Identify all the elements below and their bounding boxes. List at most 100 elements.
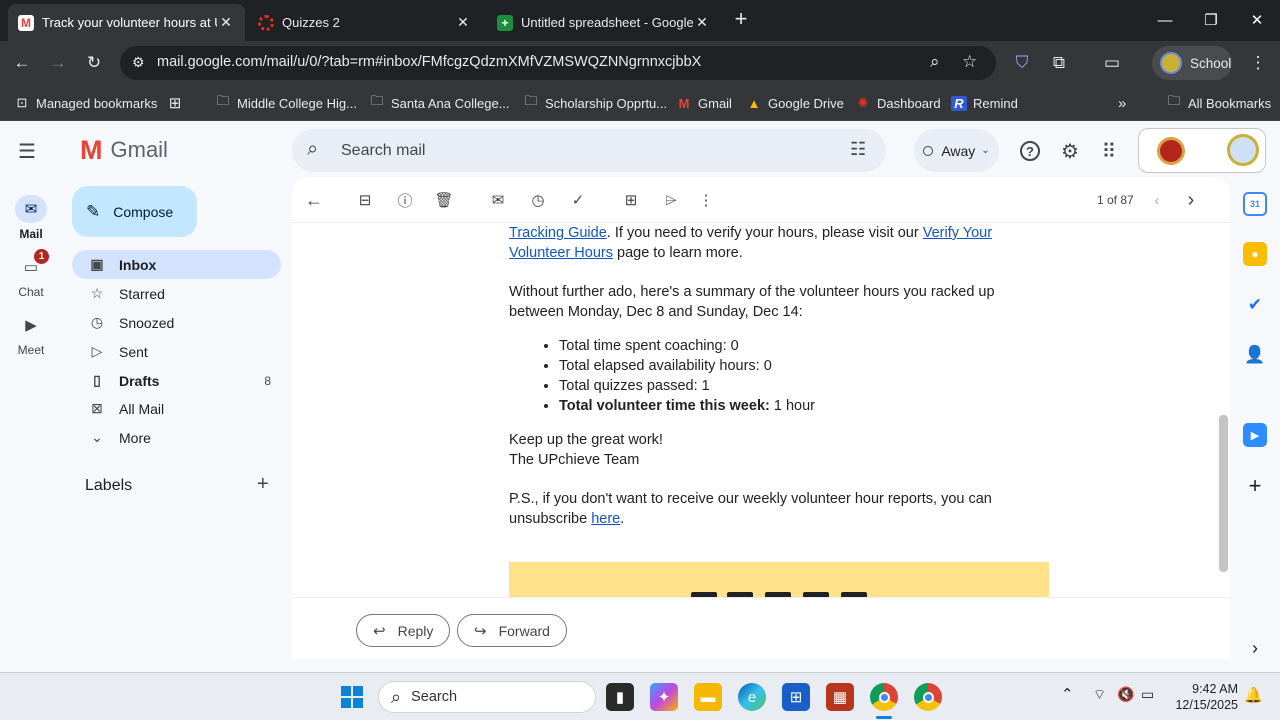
zoom-app-icon[interactable]: ▶ bbox=[1243, 423, 1267, 447]
reply-button[interactable]: ↩ Reply bbox=[356, 614, 451, 647]
file-explorer-icon[interactable]: ▬ bbox=[694, 683, 722, 711]
bookmark-santa-ana[interactable]: 🗀 Santa Ana College... bbox=[369, 92, 509, 114]
all-bookmarks-button[interactable]: 🗀 All Bookmarks bbox=[1166, 92, 1271, 114]
extension-shield-icon[interactable]: ⛉ bbox=[1008, 49, 1036, 77]
chrome-menu-icon[interactable]: ⋮ bbox=[1244, 49, 1272, 77]
reload-icon[interactable]: ↻ bbox=[80, 49, 108, 77]
status-dropdown[interactable]: Away ⌄ bbox=[914, 129, 999, 172]
show-side-panel-chevron-icon[interactable]: › bbox=[1243, 636, 1267, 660]
add-task-icon[interactable]: ✓ bbox=[568, 190, 588, 210]
tab-search-icon[interactable]: ▭ bbox=[1098, 49, 1126, 77]
archive-icon[interactable]: ⊟ bbox=[355, 190, 375, 210]
help-icon[interactable]: ? bbox=[1018, 139, 1042, 163]
scrollbar[interactable] bbox=[1219, 415, 1228, 572]
battery-icon[interactable]: ▭ bbox=[1141, 686, 1154, 703]
forward-icon[interactable]: → bbox=[44, 49, 72, 77]
gmail-logo[interactable]: M Gmail bbox=[80, 136, 168, 164]
nav-all-mail[interactable]: ⊠ All Mail bbox=[72, 394, 281, 423]
bookmark-star-icon[interactable]: ☆ bbox=[962, 52, 977, 72]
move-to-icon[interactable]: ⊞ bbox=[621, 190, 641, 210]
chrome-icon[interactable] bbox=[870, 683, 898, 711]
close-icon[interactable]: ✕ bbox=[454, 14, 472, 31]
report-spam-icon[interactable]: ⓘ bbox=[395, 190, 415, 210]
paragraph-tracking: Tracking Guide. If you need to verify yo… bbox=[509, 225, 993, 261]
reply-bar: ↩ Reply ↪ Forward bbox=[292, 597, 1230, 659]
nav-snoozed[interactable]: ◷ Snoozed bbox=[72, 308, 281, 337]
profile-chip[interactable]: School bbox=[1152, 46, 1232, 80]
close-icon[interactable]: ✕ bbox=[217, 14, 235, 31]
forward-button[interactable]: ↪ Forward bbox=[457, 614, 567, 647]
get-addons-icon[interactable]: + bbox=[1243, 473, 1267, 498]
tab-gmail[interactable]: M Track your volunteer hours at U ✕ bbox=[8, 4, 245, 41]
newer-chevron-left-icon[interactable]: ‹ bbox=[1147, 190, 1167, 210]
windows-start-icon[interactable] bbox=[338, 683, 366, 711]
rail-meet[interactable]: ▶ Meet bbox=[0, 311, 62, 357]
tab-spreadsheet[interactable]: + Untitled spreadsheet - Google S ✕ bbox=[487, 4, 721, 41]
account-switcher[interactable] bbox=[1138, 128, 1266, 173]
tracking-guide-link[interactable]: Tracking Guide bbox=[509, 225, 607, 241]
mark-unread-icon[interactable]: ✉ bbox=[488, 190, 508, 210]
site-info-icon[interactable]: ⚙ bbox=[132, 54, 145, 71]
minimize-button[interactable]: — bbox=[1142, 0, 1188, 40]
search-bar[interactable]: ⌕ Search mail ☷ bbox=[292, 129, 886, 172]
restore-button[interactable]: ❐ bbox=[1188, 0, 1234, 40]
bookmark-managed[interactable]: ⊡ Managed bookmarks bbox=[14, 92, 158, 114]
contacts-icon[interactable]: 👤 bbox=[1243, 343, 1267, 367]
url-text[interactable]: mail.google.com/mail/u/0/?tab=rm#inbox/F… bbox=[157, 54, 701, 70]
bookmarks-overflow-button[interactable]: » bbox=[1118, 92, 1126, 114]
keep-icon[interactable]: ● bbox=[1243, 242, 1267, 266]
back-icon[interactable]: ← bbox=[8, 49, 36, 77]
show-hidden-icons-chevron[interactable]: ⌃ bbox=[1061, 685, 1074, 703]
close-icon[interactable]: ✕ bbox=[693, 14, 711, 31]
bookmark-gmail[interactable]: M Gmail bbox=[676, 92, 732, 114]
rail-chat[interactable]: ▭ 1 Chat bbox=[0, 249, 62, 299]
older-chevron-right-icon[interactable]: › bbox=[1181, 189, 1201, 211]
search-options-icon[interactable]: ☷ bbox=[850, 139, 866, 160]
close-window-button[interactable]: ✕ bbox=[1234, 0, 1280, 40]
tasks-icon[interactable]: ✔ bbox=[1243, 293, 1267, 317]
nav-starred[interactable]: ☆ Starred bbox=[72, 279, 281, 308]
extensions-puzzle-icon[interactable]: ⧉ bbox=[1045, 49, 1073, 77]
address-bar[interactable]: ⚙ mail.google.com/mail/u/0/?tab=rm#inbox… bbox=[120, 46, 996, 80]
more-options-icon[interactable]: ⋮ bbox=[696, 190, 716, 210]
taskbar-app-icon[interactable]: ▦ bbox=[826, 683, 854, 711]
rail-mail[interactable]: ✉ Mail bbox=[0, 195, 62, 241]
task-view-icon[interactable]: ▮ bbox=[606, 683, 634, 711]
calendar-icon[interactable]: 31 bbox=[1243, 192, 1267, 216]
bookmark-middle-college[interactable]: 🗀 Middle College Hig... bbox=[215, 92, 356, 114]
back-to-inbox-icon[interactable]: ← bbox=[304, 190, 324, 210]
verify-hours-link[interactable]: Verify Your bbox=[923, 225, 992, 241]
unsubscribe-link[interactable]: here bbox=[591, 511, 620, 527]
nav-inbox[interactable]: ▣ Inbox bbox=[72, 250, 281, 279]
chrome-profile-icon[interactable] bbox=[914, 683, 942, 711]
snooze-clock-icon[interactable]: ◷ bbox=[528, 190, 548, 210]
zoom-search-icon[interactable]: ⌕ bbox=[930, 52, 940, 72]
compose-button[interactable]: ✎ Compose bbox=[72, 186, 197, 237]
new-tab-button[interactable]: + bbox=[729, 8, 753, 32]
bookmark-dashboard[interactable]: ✺ Dashboard bbox=[855, 92, 941, 114]
bookmark-drive[interactable]: ▲ Google Drive bbox=[746, 92, 844, 114]
nav-sent[interactable]: ▷ Sent bbox=[72, 337, 281, 366]
verify-hours-link-2[interactable]: Volunteer Hours bbox=[509, 245, 613, 261]
add-label-icon[interactable]: + bbox=[257, 473, 269, 496]
copilot-icon[interactable]: ✦ bbox=[650, 683, 678, 711]
edge-icon[interactable]: e bbox=[738, 683, 766, 711]
nav-more[interactable]: ⌄ More bbox=[72, 423, 281, 452]
volume-muted-icon[interactable]: 🔇 bbox=[1117, 686, 1134, 703]
wifi-icon[interactable]: ⌔ bbox=[1093, 686, 1106, 704]
notifications-bell-icon[interactable]: 🔔 bbox=[1244, 686, 1263, 704]
settings-gear-icon[interactable]: ⚙ bbox=[1058, 139, 1082, 163]
search-icon[interactable]: ⌕ bbox=[307, 138, 318, 161]
google-apps-icon[interactable]: ⠿ bbox=[1097, 139, 1121, 163]
apps-grid-icon[interactable]: ⊞ bbox=[167, 92, 189, 114]
bookmark-remind[interactable]: R Remind bbox=[951, 92, 1018, 114]
nav-drafts[interactable]: ▯ Drafts 8 bbox=[72, 366, 281, 395]
ms-store-icon[interactable]: ⊞ bbox=[782, 683, 810, 711]
system-clock[interactable]: 9:42 AM 12/15/2025 bbox=[1168, 681, 1238, 713]
tab-quizzes[interactable]: Quizzes 2 ✕ bbox=[248, 4, 482, 41]
search-input[interactable]: Search mail bbox=[341, 142, 425, 160]
bookmark-scholarship[interactable]: 🗀 Scholarship Opprtu... bbox=[523, 92, 667, 114]
label-tag-icon[interactable]: ⌲ bbox=[661, 190, 681, 210]
delete-trash-icon[interactable]: 🗑 bbox=[434, 190, 454, 210]
taskbar-search[interactable]: ⌕ Search bbox=[378, 681, 596, 713]
